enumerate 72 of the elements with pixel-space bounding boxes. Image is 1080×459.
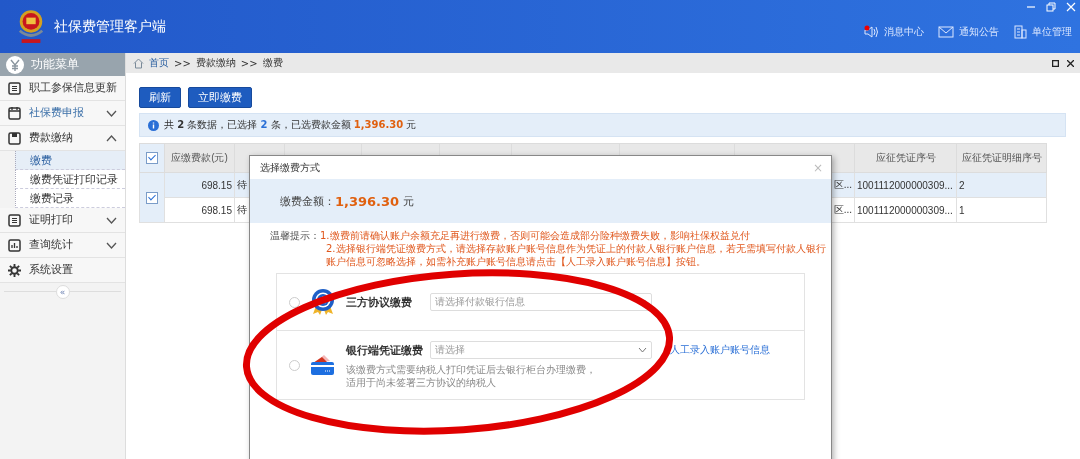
sidebar-label: 费款缴纳: [29, 131, 74, 145]
submenu-item[interactable]: 缴费记录: [15, 189, 125, 208]
submenu-item[interactable]: 缴费凭证打印记录: [15, 170, 125, 189]
sidebar-item[interactable]: 系统设置: [0, 258, 125, 283]
sidebar-label: 社保费申报: [29, 106, 85, 120]
amount-unit: 元: [403, 193, 415, 209]
info-icon: [148, 119, 159, 131]
table-cell: 2: [956, 172, 1047, 198]
sidebar-item[interactable]: 查询统计: [0, 233, 125, 258]
table-cell: 698.15: [164, 197, 235, 223]
sidebar-item[interactable]: 费款缴纳: [0, 126, 125, 151]
dropdown-field[interactable]: 请选择: [430, 341, 652, 359]
calendar-icon: [8, 106, 21, 120]
radio-button[interactable]: [289, 296, 300, 308]
sidebar-item[interactable]: 职工参保信息更新: [0, 76, 125, 101]
column-header: 应缴费款(元): [164, 143, 235, 173]
breadcrumb-link[interactable]: 首页: [149, 56, 169, 70]
emblem-icon: [16, 7, 46, 46]
breadcrumb-text: >>: [174, 57, 191, 69]
breadcrumb-text: 缴费: [262, 56, 283, 70]
header-link[interactable]: 通知公告: [938, 24, 999, 39]
amount-value: 1,396.30: [335, 193, 400, 209]
breadcrumb-text: >>: [240, 57, 258, 69]
action-button[interactable]: 立即缴费: [188, 87, 252, 108]
floppy-icon: [8, 131, 21, 145]
sidebar-item[interactable]: 证明打印: [0, 208, 125, 233]
radio-button[interactable]: [289, 359, 300, 371]
table-cell: 1: [956, 197, 1047, 223]
submenu-item[interactable]: 缴费: [15, 151, 125, 170]
bank-card-icon: [310, 353, 336, 377]
checkbox[interactable]: [146, 191, 158, 204]
tip-text: 2.选择银行端凭证缴费方式，请选择存款账户账号信息作为凭证上的付款人银行账户信息，若无需填写付款人银行账户信息可忽略选择，如需补充账户账号信息请点击【人工录入账户账号信息】按钮。: [325, 242, 827, 268]
column-header: 应征凭证明细序号: [956, 143, 1047, 173]
sidebar-label: 证明打印: [29, 213, 74, 227]
tip-text: 1.缴费前请确认账户余额充足再进行缴费，否则可能会造成部分险种缴费失败，影响社保权益兑付: [320, 229, 751, 242]
chevron-icon: [638, 347, 647, 353]
option-title: 三方协议缴费: [346, 294, 413, 310]
option-description: 适用于尚未签署三方协议的纳税人: [346, 376, 497, 389]
gear-icon: [8, 263, 21, 277]
sidebar-label: 系统设置: [29, 263, 74, 277]
close-icon[interactable]: [1067, 59, 1074, 67]
table-cell: 1001112000000309...: [854, 172, 957, 198]
dialog-title: 选择缴费方式: [260, 160, 320, 175]
header-link[interactable]: 单位管理: [1013, 24, 1072, 39]
sidebar-label: 职工参保信息更新: [29, 81, 117, 95]
yuan-icon: [6, 55, 24, 74]
sidebar-item[interactable]: 社保费申报: [0, 101, 125, 126]
chart-icon: [8, 238, 21, 252]
info-text: 共 2 条数据，已选择 2 条，已选费款金额 1,396.30 元: [164, 118, 417, 132]
speaker-icon: [863, 24, 879, 39]
list-icon: [8, 81, 21, 95]
option-description: 该缴费方式需要纳税人打印凭证后去银行柜台办理缴费，: [346, 363, 597, 376]
option-title: 银行端凭证缴费: [346, 342, 422, 358]
building-icon: [1013, 24, 1027, 39]
envelope-icon: [938, 25, 954, 38]
collapse-button[interactable]: «: [55, 285, 70, 299]
list-icon: [8, 213, 21, 227]
breadcrumb-text: 费款缴纳: [195, 56, 236, 70]
restore-icon[interactable]: [1052, 59, 1059, 67]
sidebar-label: 查询统计: [29, 238, 74, 252]
action-button[interactable]: 刷新: [139, 87, 181, 108]
home-icon: [133, 57, 144, 69]
dropdown-field[interactable]: 请选择付款银行信息: [430, 293, 652, 311]
table-cell: 1001112000000309...: [854, 197, 957, 223]
manual-entry-link[interactable]: 人工录入账户账号信息: [670, 343, 770, 357]
tips-label: 温馨提示：: [270, 229, 320, 243]
menu-title: 功能菜单: [31, 56, 79, 73]
header-link[interactable]: 消息中心: [863, 24, 924, 39]
column-header: 应征凭证序号: [854, 143, 957, 173]
window-title: 社保费管理客户端: [54, 17, 166, 36]
checkbox[interactable]: [146, 152, 158, 165]
medal-icon: [310, 288, 336, 316]
